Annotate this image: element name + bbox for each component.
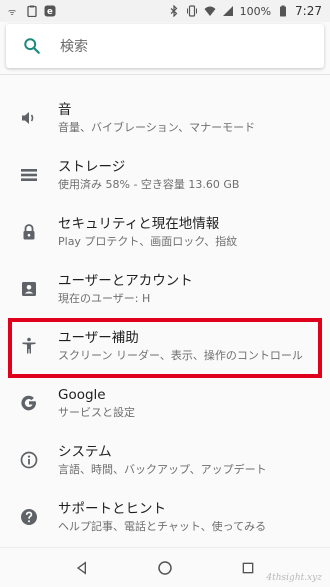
settings-item-sound[interactable]: 音 音量、バイブレーション、マナーモード <box>0 90 330 146</box>
settings-item-accessibility[interactable]: ユーザー補助 スクリーン リーダー、表示、操作のコントロール <box>0 318 330 374</box>
recents-icon[interactable] <box>236 556 260 580</box>
search-bar[interactable]: 検索 <box>6 24 324 68</box>
status-right: 100% 7:27 <box>168 4 322 18</box>
settings-item-storage[interactable]: ストレージ 使用済み 58% - 空き容量 13.60 GB <box>0 147 330 203</box>
clipboard-icon <box>26 5 38 17</box>
settings-item-title: ストレージ <box>58 158 126 175</box>
battery-percent: 100% <box>239 4 272 18</box>
nfc-icon: ᯤ <box>8 5 20 17</box>
settings-item-subtitle: Play プロテクト、画面ロック、指紋 <box>58 234 238 248</box>
storage-icon <box>18 164 40 186</box>
settings-item-title: ユーザー補助 <box>58 329 139 346</box>
settings-item-subtitle: スクリーン リーダー、表示、操作のコントロール <box>58 348 303 362</box>
wifi-icon <box>204 5 216 17</box>
google-icon <box>18 392 40 414</box>
settings-item-title: システム <box>58 443 112 460</box>
bluetooth-icon <box>168 5 180 17</box>
settings-item-subtitle: ヘルプ記事、電話とチャット、使ってみる <box>58 519 267 533</box>
cell-signal-icon <box>222 5 234 17</box>
settings-item-subtitle: 音量、バイブレーション、マナーモード <box>58 120 256 134</box>
info-icon <box>18 449 40 471</box>
search-placeholder: 検索 <box>60 39 88 55</box>
app-e-icon: e <box>44 5 56 17</box>
settings-item-subtitle: 使用済み 58% - 空き容量 13.60 GB <box>58 177 240 191</box>
lock-icon <box>18 221 40 243</box>
svg-text:ᯤ: ᯤ <box>8 8 16 17</box>
settings-item-system[interactable]: システム 言語、時間、バックアップ、アップデート <box>0 432 330 488</box>
divider <box>0 74 330 75</box>
settings-item-title: セキュリティと現在地情報 <box>58 215 220 232</box>
settings-item-title: ユーザーとアカウント <box>58 272 193 289</box>
help-icon <box>18 506 40 528</box>
battery-icon <box>277 5 289 17</box>
settings-item-subtitle: サービスと設定 <box>58 405 135 419</box>
home-icon[interactable] <box>153 556 177 580</box>
settings-item-subtitle: 言語、時間、バックアップ、アップデート <box>58 462 267 476</box>
volume-icon <box>18 107 40 129</box>
back-icon[interactable] <box>70 556 94 580</box>
clock: 7:27 <box>295 4 322 18</box>
watermark: 4thsight.xyz <box>266 573 322 583</box>
settings-item-subtitle: 現在のユーザー: H <box>58 291 151 305</box>
status-bar: ᯤ e 100% 7:27 <box>0 0 330 22</box>
accessibility-icon <box>18 335 40 357</box>
settings-item-google[interactable]: Google サービスと設定 <box>0 375 330 431</box>
vibrate-icon <box>186 5 198 17</box>
settings-item-security[interactable]: セキュリティと現在地情報 Play プロテクト、画面ロック、指紋 <box>0 204 330 260</box>
settings-item-title: 音 <box>58 101 72 118</box>
svg-text:e: e <box>47 7 53 17</box>
search-icon <box>22 36 42 56</box>
settings-item-title: サポートとヒント <box>58 500 166 517</box>
status-left: ᯤ e <box>8 5 56 17</box>
settings-item-title: Google <box>58 386 106 403</box>
settings-item-accounts[interactable]: ユーザーとアカウント 現在のユーザー: H <box>0 261 330 317</box>
account-icon <box>18 278 40 300</box>
settings-item-support[interactable]: サポートとヒント ヘルプ記事、電話とチャット、使ってみる <box>0 489 330 545</box>
